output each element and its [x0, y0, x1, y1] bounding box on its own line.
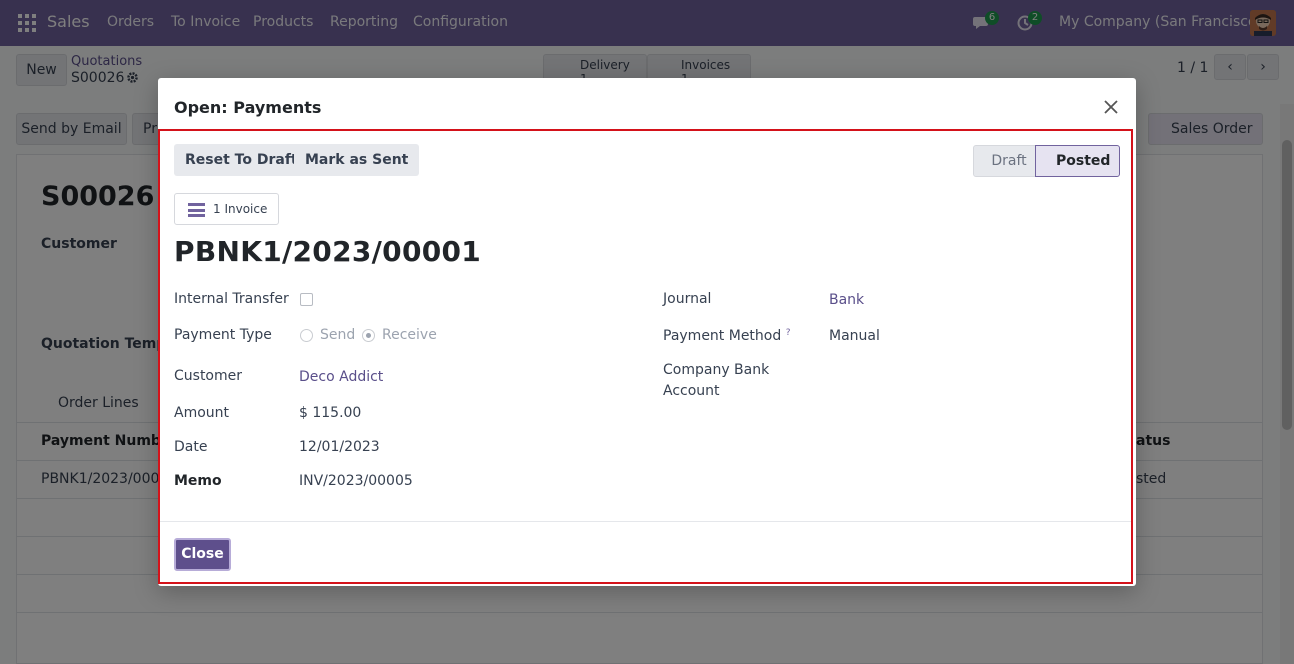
- highlight-frame: [158, 129, 1133, 584]
- status-bar: Draft Posted: [973, 145, 1120, 177]
- customer-label: Customer: [174, 368, 243, 384]
- list-icon: [188, 203, 205, 217]
- memo-value: INV/2023/00005: [299, 473, 413, 489]
- close-button[interactable]: Close: [174, 538, 231, 571]
- journal-label: Journal: [663, 291, 712, 307]
- memo-label: Memo: [174, 473, 222, 489]
- payment-type-send-radio[interactable]: [300, 329, 313, 342]
- payment-method-value: Manual: [829, 328, 880, 344]
- dialog-title: Open: Payments: [174, 98, 322, 117]
- close-icon[interactable]: [1102, 98, 1120, 116]
- payment-name: PBNK1/2023/00001: [174, 235, 482, 268]
- internal-transfer-label: Internal Transfer: [174, 291, 289, 307]
- invoice-smart-button[interactable]: 1 Invoice: [174, 193, 279, 225]
- payment-type-receive-radio[interactable]: [362, 329, 375, 342]
- reset-to-draft-button[interactable]: Reset To Draft: [174, 144, 309, 176]
- payment-type-send-label: Send: [320, 327, 356, 343]
- help-tooltip-icon[interactable]: ?: [786, 328, 791, 338]
- status-posted[interactable]: Posted: [1035, 145, 1120, 177]
- payments-dialog: Open: Payments Reset To Draft Mark as Se…: [158, 78, 1136, 586]
- company-bank-account-label: Company Bank: [663, 362, 770, 378]
- payment-method-label-text: Payment Method: [663, 328, 782, 344]
- invoice-smart-label: 1 Invoice: [213, 202, 268, 216]
- date-label: Date: [174, 439, 208, 455]
- date-value: 12/01/2023: [299, 439, 380, 455]
- company-bank-account-label-line2: Account: [663, 383, 720, 399]
- journal-link[interactable]: Bank: [829, 292, 864, 308]
- dialog-footer-divider: [160, 521, 1131, 522]
- amount-label: Amount: [174, 405, 230, 421]
- mark-as-sent-button[interactable]: Mark as Sent: [294, 144, 420, 176]
- amount-value: $ 115.00: [299, 405, 362, 421]
- payment-type-receive-label: Receive: [382, 327, 437, 343]
- internal-transfer-checkbox[interactable]: [300, 293, 313, 306]
- payment-type-label: Payment Type: [174, 327, 272, 343]
- payment-method-label: Payment Method ?: [663, 328, 790, 344]
- customer-link[interactable]: Deco Addict: [299, 369, 383, 385]
